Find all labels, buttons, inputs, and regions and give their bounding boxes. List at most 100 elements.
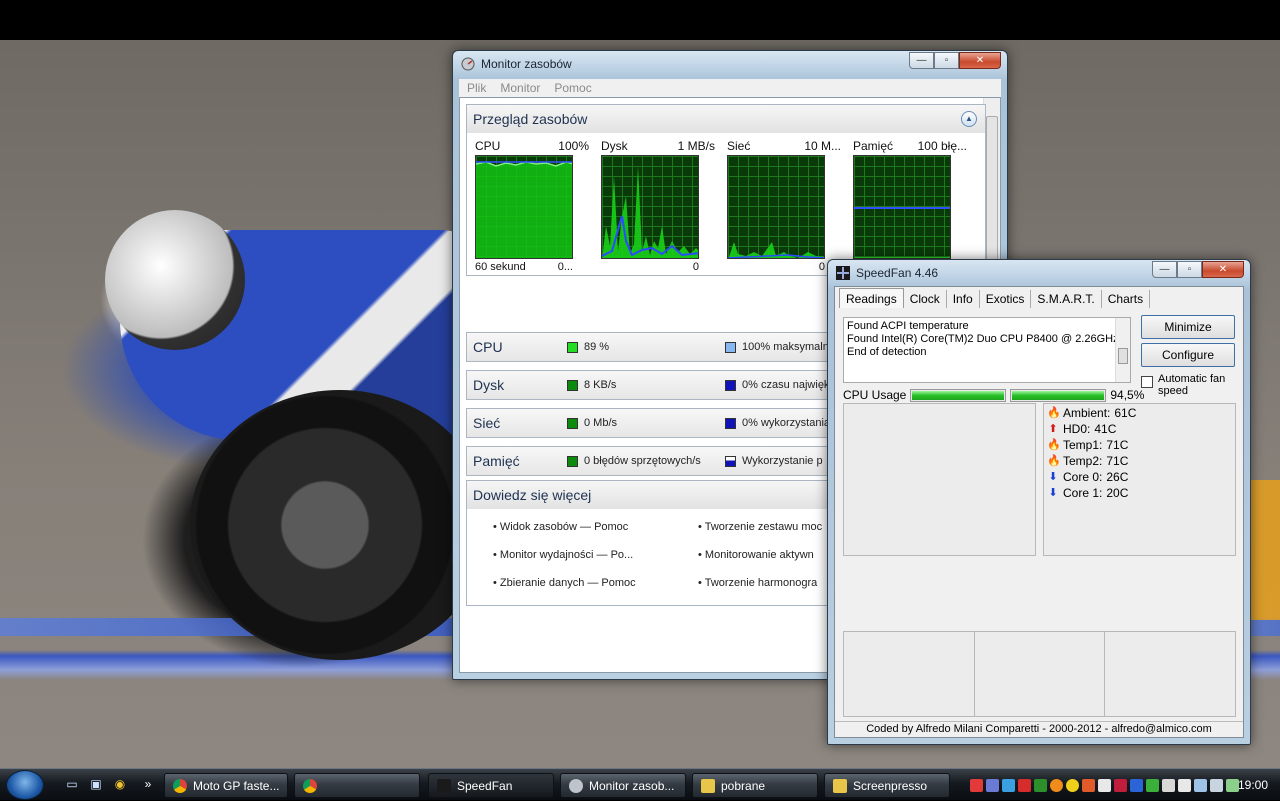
automatic-fan-checkbox[interactable]: [1141, 376, 1153, 388]
legend-square-blue: [725, 379, 736, 391]
tray-app-icon[interactable]: [1114, 778, 1127, 792]
close-button[interactable]: ✕: [959, 52, 1001, 69]
temp-label: Ambient:: [1063, 406, 1111, 420]
legend-square-green: [567, 341, 578, 353]
disk-graph: Dysk 1 MB/s 0: [601, 139, 715, 273]
learn-more-title: Dowiedz się więcej: [473, 487, 592, 503]
cpu-graph-svg: [476, 161, 572, 258]
maximize-button[interactable]: ▫: [1177, 261, 1202, 278]
taskbar-button-chrome[interactable]: [294, 773, 420, 798]
tab-readings[interactable]: Readings: [839, 288, 904, 308]
menu-pomoc[interactable]: Pomoc: [554, 81, 591, 95]
row-metric-1: 8 KB/s: [584, 379, 617, 391]
tray-app-icon[interactable]: [1066, 778, 1079, 792]
chrome-quicklaunch-icon[interactable]: ◉: [112, 777, 128, 793]
row-metric-1: 0 błędów sprzętowych/s: [584, 455, 701, 467]
resource-monitor-icon: [461, 57, 475, 71]
tab-clock[interactable]: Clock: [904, 290, 947, 308]
graph-scale: 1 MB/s: [677, 139, 715, 153]
chrome-icon: [173, 778, 187, 793]
taskbar-button-motogp[interactable]: Moto GP faste...: [164, 773, 288, 798]
taskbar-button-speedfan[interactable]: SpeedFan: [428, 773, 554, 798]
start-button[interactable]: [6, 770, 44, 800]
close-button[interactable]: ✕: [1202, 261, 1244, 278]
tab-smart[interactable]: S.M.A.R.T.: [1031, 290, 1102, 308]
minimize-button[interactable]: —: [909, 52, 934, 69]
taskbar-label: Monitor zasob...: [589, 778, 675, 793]
taskbar-button-pobrane[interactable]: pobrane: [692, 773, 818, 798]
show-desktop-icon[interactable]: ▭: [64, 777, 80, 793]
window-title: SpeedFan 4.46: [856, 266, 939, 280]
scrollbar-thumb[interactable]: [986, 116, 998, 266]
row-metric-1: 89 %: [584, 341, 610, 353]
collapse-up-icon[interactable]: ▲: [961, 111, 977, 127]
help-link[interactable]: Monitor wydajności — Po...: [493, 549, 698, 561]
temperature-list: 🔥 Ambient: 61C ⬆ HD0: 41C 🔥 Temp1: 71C 🔥 Temp2:…: [1047, 405, 1136, 501]
detection-log[interactable]: Found ACPI temperature Found Intel(R) Co…: [843, 317, 1131, 383]
tray-app-icon[interactable]: [1146, 778, 1159, 792]
help-link[interactable]: Zbieranie danych — Pomoc: [493, 577, 698, 589]
arrow-down-icon: ⬇: [1048, 487, 1058, 499]
cpu-core-0-bar: [910, 388, 1007, 402]
menu-monitor[interactable]: Monitor: [500, 81, 540, 95]
temp-value: 26C: [1106, 470, 1129, 484]
help-link[interactable]: Widok zasobów — Pomoc: [493, 521, 698, 533]
graph-name: Sieć: [727, 139, 751, 153]
cpu-usage-label: CPU Usage: [843, 388, 907, 402]
legend-square-green: [567, 417, 578, 429]
network-graph-plot: [727, 155, 825, 259]
tray-app-icon[interactable]: [1178, 778, 1191, 792]
temp-row-hd0: ⬆ HD0: 41C: [1047, 421, 1136, 437]
temp-value: 61C: [1114, 406, 1137, 420]
tray-app-icon[interactable]: [970, 778, 983, 792]
tray-app-icon[interactable]: [1098, 778, 1111, 792]
legend-square-blue: [725, 417, 736, 429]
system-clock[interactable]: 19:00: [1238, 778, 1268, 792]
tab-exotics[interactable]: Exotics: [980, 290, 1032, 308]
tray-app-icon[interactable]: [1162, 778, 1175, 792]
tray-app-icon[interactable]: [1018, 778, 1031, 792]
network-icon[interactable]: [1194, 778, 1207, 792]
configure-button[interactable]: Configure: [1141, 343, 1235, 367]
temp-label: HD0:: [1063, 422, 1091, 436]
menu-plik[interactable]: Plik: [467, 81, 486, 95]
tray-app-icon[interactable]: [1002, 778, 1015, 792]
flame-icon: 🔥: [1047, 455, 1061, 467]
graph-time-label: 60 sekund: [475, 261, 526, 273]
switch-windows-icon[interactable]: ▣: [88, 777, 104, 793]
tray-app-icon[interactable]: [1050, 778, 1063, 792]
log-scroll-thumb[interactable]: [1118, 348, 1128, 364]
cpu-core-1-fill: [1012, 390, 1105, 400]
log-scrollbar[interactable]: [1115, 318, 1130, 382]
resource-monitor-icon: [569, 778, 583, 793]
folder-icon: [701, 778, 715, 793]
graph-scale: 10 M...: [804, 139, 841, 153]
minimize-app-button[interactable]: Minimize: [1141, 315, 1235, 339]
maximize-button[interactable]: ▫: [934, 52, 959, 69]
speedfan-window: SpeedFan 4.46 — ▫ ✕ Readings Clock Info …: [827, 259, 1251, 745]
minimize-button[interactable]: —: [1152, 261, 1177, 278]
tray-app-icon[interactable]: [986, 778, 999, 792]
graph-scale: 100%: [558, 139, 589, 153]
taskbar-button-screenpresso[interactable]: Screenpresso: [824, 773, 950, 798]
tray-app-icon[interactable]: [1034, 778, 1047, 792]
automatic-fan-speed-option[interactable]: Automatic fan speed: [1141, 373, 1241, 397]
log-line: End of detection: [847, 346, 927, 358]
voltage-column: [844, 632, 975, 716]
volume-icon[interactable]: [1210, 778, 1223, 792]
taskbar-label: SpeedFan: [457, 778, 513, 793]
tyre-image: [190, 390, 490, 660]
bluetooth-icon[interactable]: [1130, 778, 1143, 792]
temp-value: 20C: [1106, 486, 1129, 500]
cpu-graph-plot: [475, 155, 573, 259]
overview-graphs: CPU 100% 60 sekund 0... Dysk 1 MB/s 0 Si…: [467, 133, 985, 279]
taskbar-button-resource-monitor[interactable]: Monitor zasob...: [560, 773, 686, 798]
overview-header[interactable]: Przegląd zasobów ▲: [467, 105, 985, 133]
tray-app-icon[interactable]: [1082, 778, 1095, 792]
tab-info[interactable]: Info: [947, 290, 980, 308]
temp-value: 41C: [1094, 422, 1117, 436]
chevron-more-icon[interactable]: »: [140, 777, 156, 793]
tab-charts[interactable]: Charts: [1102, 290, 1151, 308]
legend-square-green: [567, 455, 578, 467]
speedfan-client-area: Readings Clock Info Exotics S.M.A.R.T. C…: [834, 286, 1244, 738]
